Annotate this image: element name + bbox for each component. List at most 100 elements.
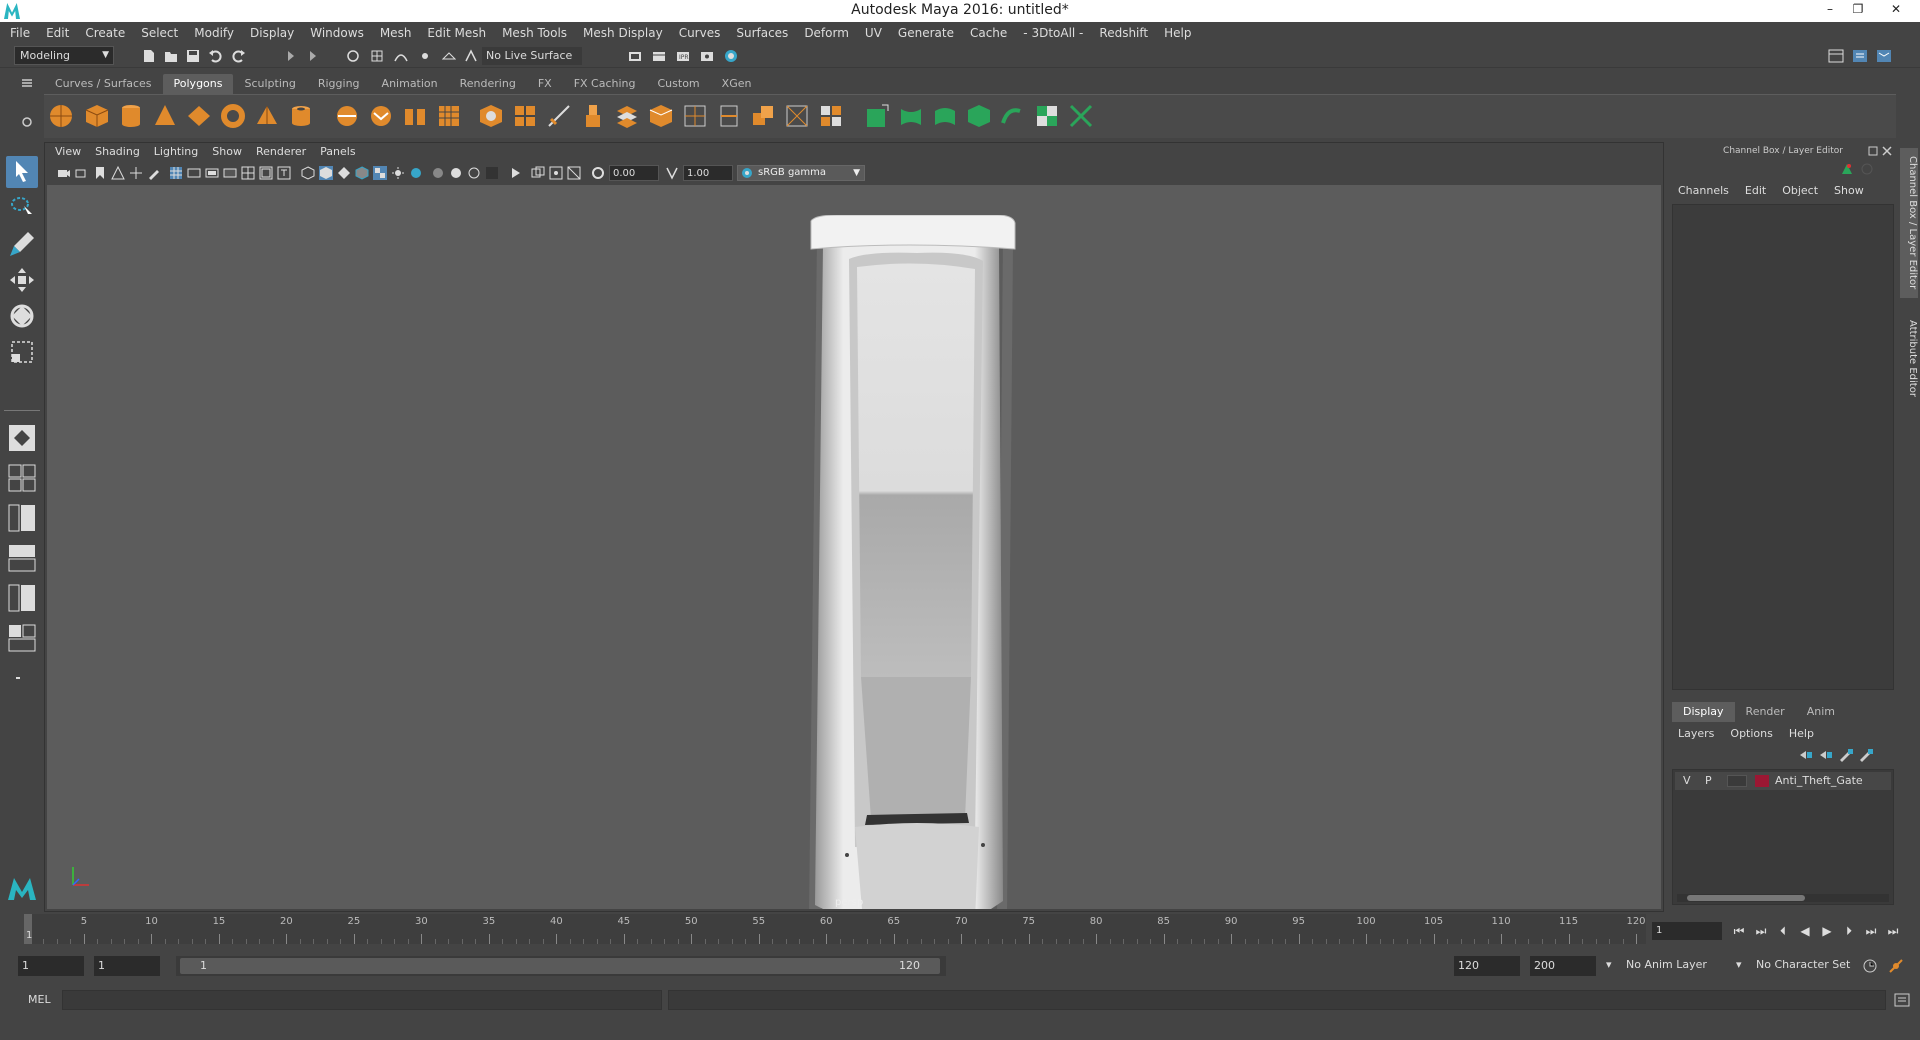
channel-menu-edit[interactable]: Edit (1745, 184, 1766, 197)
safe-action-icon[interactable] (259, 166, 273, 180)
channel-box-area[interactable] (1672, 204, 1894, 690)
textured-icon[interactable] (373, 166, 387, 180)
workspace-icon[interactable] (1828, 48, 1844, 64)
layer-tab-render[interactable]: Render (1735, 702, 1796, 722)
rotate-tool[interactable] (6, 300, 38, 332)
snap-to-grid-icon[interactable] (370, 49, 384, 63)
menu-select[interactable]: Select (141, 26, 178, 40)
xray-joints-icon[interactable] (549, 166, 563, 180)
wireframe-icon[interactable] (301, 166, 315, 180)
shelf-tab-animation[interactable]: Animation (370, 74, 449, 94)
menu-windows[interactable]: Windows (310, 26, 364, 40)
field-chart-icon[interactable] (241, 166, 255, 180)
uv-automatic-icon[interactable] (966, 103, 992, 129)
channel-menu-show[interactable]: Show (1834, 184, 1864, 197)
menu-cache[interactable]: Cache (970, 26, 1007, 40)
go-to-start-button[interactable]: ⏮ (1730, 922, 1748, 940)
layout-persp-uv[interactable] (6, 622, 38, 654)
layout-extra[interactable] (6, 662, 38, 694)
bridge-icon[interactable] (614, 103, 640, 129)
shelf-tab-curves-surfaces[interactable]: Curves / Surfaces (44, 74, 163, 94)
scale-tool[interactable] (6, 336, 38, 368)
layer-menu-help[interactable]: Help (1789, 727, 1814, 740)
gate-mask-icon[interactable] (223, 166, 237, 180)
shelf-tab-fx-caching[interactable]: FX Caching (562, 74, 647, 94)
viewport-menu-lighting[interactable]: Lighting (154, 145, 198, 161)
menu-curves[interactable]: Curves (679, 26, 721, 40)
undo-icon[interactable] (208, 49, 222, 63)
fill-hole-icon[interactable] (784, 103, 810, 129)
menu-mesh[interactable]: Mesh (380, 26, 412, 40)
average-vertices-icon[interactable] (512, 103, 538, 129)
move-tool[interactable] (6, 264, 38, 296)
exposure-field[interactable]: 0.00 (609, 165, 659, 181)
film-gate-icon[interactable] (187, 166, 201, 180)
channel-menu-object[interactable]: Object (1782, 184, 1818, 197)
viewport-menu-panels[interactable]: Panels (320, 145, 355, 161)
perspective-viewport[interactable]: persp (47, 185, 1661, 909)
layer-display-type[interactable] (1727, 775, 1747, 787)
insert-edge-loop-icon[interactable] (716, 103, 742, 129)
render-settings-icon[interactable] (700, 49, 714, 63)
snap-to-point-icon[interactable] (418, 49, 432, 63)
time-slider[interactable]: 1 5 10 15 20 25 30 35 40 45 50 55 60 65 70 75 80 85 90 95 1… (24, 914, 1646, 944)
poly-pipe-icon[interactable] (288, 103, 314, 129)
uv-planar-icon[interactable] (864, 103, 890, 129)
play-backwards-button[interactable]: ◀ (1796, 922, 1814, 940)
new-layer-from-selected-icon[interactable] (1858, 748, 1874, 762)
shelf-tab-xgen[interactable]: XGen (710, 74, 763, 94)
menu-redshift[interactable]: Redshift (1099, 26, 1148, 40)
layer-tab-display[interactable]: Display (1672, 702, 1735, 722)
maximize-button[interactable]: ❐ (1848, 2, 1868, 18)
shelf-settings-icon[interactable] (20, 115, 34, 129)
script-editor-icon[interactable] (1894, 992, 1910, 1008)
layer-visibility-toggle[interactable]: V (1683, 774, 1691, 787)
menu-deform[interactable]: Deform (804, 26, 849, 40)
menu-display[interactable]: Display (250, 26, 294, 40)
snap-to-curve-icon[interactable] (394, 49, 408, 63)
layout-persp-graph[interactable] (6, 542, 38, 574)
toggle-channel-box-icon[interactable] (1876, 48, 1892, 64)
go-to-end-button[interactable]: ⏭ (1884, 922, 1902, 940)
combine-icon[interactable] (334, 103, 360, 129)
merge-icon[interactable] (682, 103, 708, 129)
poly-torus-icon[interactable] (220, 103, 246, 129)
select-by-hierarchy-icon[interactable] (346, 49, 360, 63)
poly-cone-icon[interactable] (152, 103, 178, 129)
character-set-dropdown[interactable]: No Character Set (1756, 958, 1850, 971)
xray-icon[interactable] (531, 166, 545, 180)
menu-file[interactable]: File (10, 26, 30, 40)
uv-spherical-icon[interactable] (932, 103, 958, 129)
menu-modify[interactable]: Modify (194, 26, 234, 40)
bevel-icon[interactable] (648, 103, 674, 129)
playback-end-field[interactable]: 120 (1454, 956, 1520, 976)
minimize-button[interactable]: – (1820, 2, 1840, 18)
chevron-down-icon[interactable]: ▾ (1736, 958, 1742, 971)
wireframe-on-shaded-icon[interactable] (355, 166, 369, 180)
hypershade-icon[interactable] (724, 49, 738, 63)
save-scene-icon[interactable] (186, 49, 200, 63)
smooth-shade-icon[interactable] (319, 166, 333, 180)
layer-list-scrollbar[interactable] (1677, 894, 1889, 902)
animation-start-field[interactable]: 1 (18, 956, 84, 976)
extract-icon[interactable] (402, 103, 428, 129)
gamma-field[interactable]: 1.00 (683, 165, 733, 181)
poly-plane-icon[interactable] (186, 103, 212, 129)
layer-tab-anim[interactable]: Anim (1796, 702, 1846, 722)
menu-mesh-tools[interactable]: Mesh Tools (502, 26, 567, 40)
script-language-toggle[interactable]: MEL (28, 993, 51, 1006)
depth-of-field-icon[interactable] (485, 166, 499, 180)
snap-to-view-plane-icon[interactable] (442, 49, 456, 63)
menu-help[interactable]: Help (1164, 26, 1191, 40)
menu-mesh-display[interactable]: Mesh Display (583, 26, 663, 40)
gamma-icon[interactable] (665, 166, 679, 180)
redo-icon[interactable] (232, 49, 246, 63)
select-camera-icon[interactable] (57, 166, 71, 180)
layer-name[interactable]: Anti_Theft_Gate (1775, 774, 1863, 787)
extrude-icon[interactable] (580, 103, 606, 129)
boolean-icon[interactable] (478, 103, 504, 129)
safe-title-icon[interactable] (277, 166, 291, 180)
menu-3dtoall[interactable]: - 3DtoAll - (1023, 26, 1083, 40)
menu-edit[interactable]: Edit (46, 26, 69, 40)
channel-box-manipulator-icon[interactable] (1860, 162, 1874, 176)
